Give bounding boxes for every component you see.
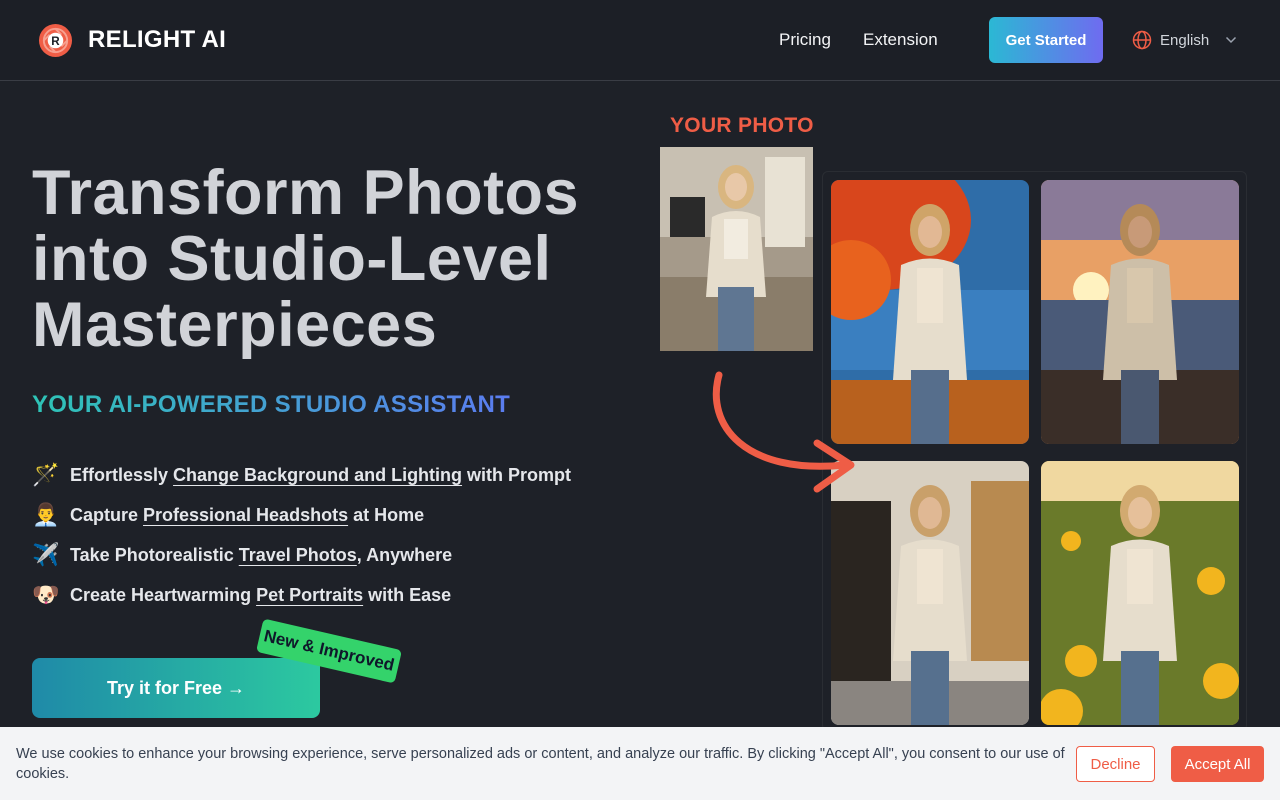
hero-title-line: into Studio-Level <box>32 224 552 294</box>
try-free-button[interactable]: Try it for Free → <box>32 658 320 718</box>
feature-text: at Home <box>348 504 425 525</box>
cookie-text: We use cookies to enhance your browsing … <box>16 746 1065 782</box>
feature-link-background[interactable]: Change Background and Lighting <box>173 465 462 486</box>
businessman-icon: 👨‍💼 <box>32 502 60 527</box>
language-label: English <box>1160 31 1210 49</box>
feature-link-headshots[interactable]: Professional Headshots <box>143 505 348 526</box>
dog-face-icon: 🐶 <box>32 582 60 607</box>
feature-text: Create Heartwarming <box>70 584 257 605</box>
brand-name[interactable]: RELIGHT AI <box>88 26 226 54</box>
original-photo <box>660 147 813 351</box>
feature-item: 👨‍💼 Capture Professional Headshots at Ho… <box>32 495 632 535</box>
hero-title-line: Masterpieces <box>32 290 438 360</box>
feature-list: 🪄 Effortlessly Change Background and Lig… <box>32 455 632 615</box>
feature-text: Take Photorealistic <box>70 544 239 565</box>
result-photo-sunflowers <box>1041 461 1239 725</box>
feature-link-travel[interactable]: Travel Photos <box>239 545 357 566</box>
chevron-down-icon <box>1226 36 1237 44</box>
decline-cookies-button[interactable]: Decline <box>1076 746 1155 782</box>
feature-text: with Ease <box>363 584 452 605</box>
your-photo-label: YOUR PHOTO <box>670 114 814 137</box>
cookie-banner: We use cookies to enhance your browsing … <box>0 727 1280 800</box>
feature-item: 🐶 Create Heartwarming Pet Portraits with… <box>32 575 632 615</box>
feature-item: ✈️ Take Photorealistic Travel Photos , A… <box>32 535 632 575</box>
feature-item: 🪄 Effortlessly Change Background and Lig… <box>32 455 632 495</box>
svg-text:R: R <box>51 35 60 48</box>
get-started-button[interactable]: Get Started <box>989 17 1103 63</box>
accept-cookies-button[interactable]: Accept All <box>1171 746 1264 782</box>
feature-text: Effortlessly <box>70 464 174 485</box>
feature-link-pets[interactable]: Pet Portraits <box>256 585 363 606</box>
curved-arrow-icon <box>712 371 855 493</box>
feature-text: with Prompt <box>462 464 572 485</box>
logo-icon[interactable]: R <box>38 23 73 58</box>
feature-text: , Anywhere <box>356 544 453 565</box>
site-header: R RELIGHT AI Pricing Extension Get Start… <box>0 0 1280 81</box>
result-photo-sunset <box>1041 180 1239 444</box>
nav-pricing-link[interactable]: Pricing <box>779 30 831 50</box>
hero-title: Transform Photos into Studio-Level Maste… <box>32 160 652 358</box>
magic-wand-icon: 🪄 <box>32 462 60 487</box>
nav-extension-link[interactable]: Extension <box>863 30 938 50</box>
airplane-icon: ✈️ <box>32 542 60 567</box>
globe-icon <box>1132 30 1152 50</box>
hero-title-line: Transform Photos <box>32 158 580 228</box>
feature-text: Capture <box>70 504 144 525</box>
hero-subtitle: YOUR AI-POWERED STUDIO ASSISTANT <box>32 391 511 418</box>
language-selector[interactable]: English <box>1132 29 1237 51</box>
